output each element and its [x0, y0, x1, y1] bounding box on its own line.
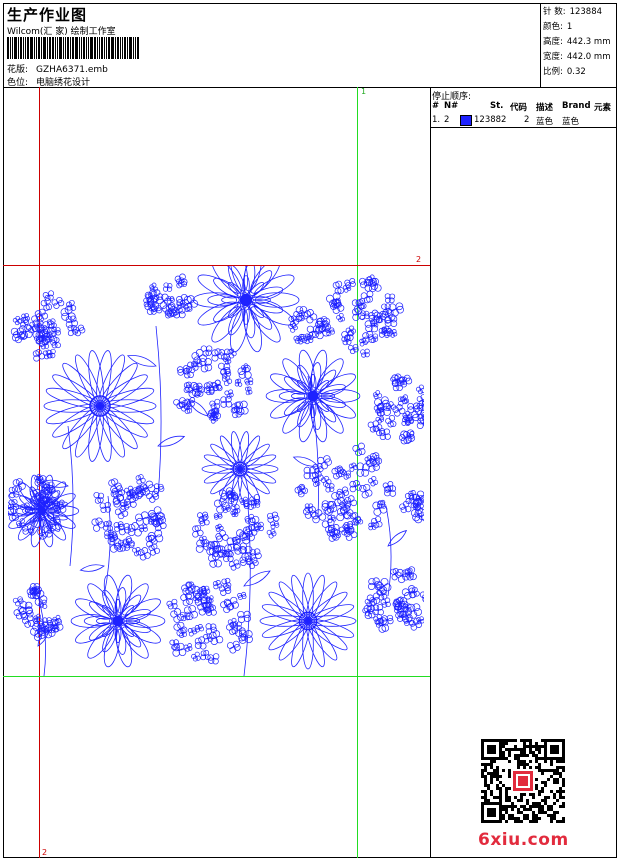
- scale-value: 0.32: [566, 67, 586, 77]
- width-value: 442.0 mm: [566, 52, 611, 62]
- daisy-motif: [259, 572, 357, 670]
- width-row: 宽度: 442.0 mm: [543, 50, 617, 65]
- info-panel: 针 数: 123884 颜色: 1 高度: 442.3 mm 宽度: 442.0 mm …: [540, 3, 617, 87]
- flower-cluster-motif: [294, 442, 397, 542]
- pattern-value: GZHA6371.emb: [36, 65, 108, 75]
- colors-row: 颜色: 1: [543, 20, 617, 35]
- leaf: [157, 435, 186, 447]
- row-code: 2: [524, 115, 530, 125]
- col-index: #: [432, 101, 440, 111]
- stitches-value: 123884: [569, 7, 603, 17]
- height-value: 442.3 mm: [566, 37, 611, 47]
- guide-label-bottom: 2: [42, 848, 48, 857]
- qr-code-icon: [481, 739, 565, 823]
- height-label: 高度:: [543, 37, 563, 47]
- daisy-motif: [43, 350, 157, 462]
- guide-label-right: 2: [416, 255, 422, 264]
- row-n: 2: [444, 115, 450, 125]
- stitches-label: 针 数:: [543, 7, 566, 17]
- stem: [385, 505, 392, 597]
- colors-label: 颜色:: [543, 22, 563, 32]
- flower-cluster-motif: [12, 583, 64, 642]
- col-stitches: St.: [490, 101, 504, 111]
- dahlia-motif: [192, 266, 300, 353]
- barcode: [7, 37, 152, 59]
- guide-label-top: 1: [361, 87, 367, 96]
- flower-cluster-motif: [399, 490, 424, 524]
- row-desc: 蓝色: [536, 117, 554, 127]
- flower-cluster-motif: [10, 290, 86, 362]
- col-desc: 描述: [536, 103, 554, 113]
- width-label: 宽度:: [543, 52, 563, 62]
- stitches-row: 针 数: 123884: [543, 5, 617, 20]
- col-element: 元素: [594, 103, 612, 113]
- page-title: 生产作业图: [7, 6, 88, 24]
- scale-label: 比例:: [543, 67, 563, 77]
- row-num: 1.: [432, 115, 441, 125]
- dahlia-motif: [8, 474, 80, 548]
- flower-cluster-motif: [91, 474, 167, 561]
- flower-cluster-motif: [173, 345, 254, 424]
- flower-cluster-motif: [367, 373, 424, 445]
- stem: [155, 325, 162, 497]
- stop-sequence-rule: [430, 127, 617, 128]
- row-stitches: 123882: [474, 115, 507, 125]
- flower-cluster-motif: [325, 274, 404, 358]
- col-brand: Brand: [562, 101, 591, 111]
- company-name: Wilcom(汇 家) 绘制工作室: [7, 27, 116, 37]
- brand-logo: 6xiu.com: [478, 830, 569, 850]
- dahlia-motif: [265, 349, 361, 443]
- row-brand: 蓝色: [562, 117, 580, 127]
- flower-cluster-motif: [192, 487, 280, 571]
- flower-cluster-motif: [362, 566, 424, 633]
- leaf: [79, 564, 105, 572]
- col-n: N#: [444, 101, 459, 111]
- dahlia-motif: [70, 574, 166, 668]
- height-row: 高度: 442.3 mm: [543, 35, 617, 50]
- colors-value: 1: [566, 22, 573, 32]
- side-panel-divider: [430, 87, 431, 858]
- flower-cluster-motif: [166, 577, 253, 665]
- scale-row: 比例: 0.32: [543, 65, 617, 80]
- pattern-field: 花版: GZHA6371.emb: [7, 62, 108, 75]
- daisy-motif: [201, 431, 279, 507]
- pattern-label: 花版:: [7, 65, 29, 75]
- header-divider: [3, 87, 617, 88]
- flower-cluster-motif: [288, 306, 331, 345]
- leaf: [243, 570, 271, 587]
- col-code: 代码: [510, 103, 528, 113]
- flower-cluster-motif: [143, 273, 199, 319]
- stem: [103, 495, 111, 597]
- embroidery-design: [8, 266, 424, 677]
